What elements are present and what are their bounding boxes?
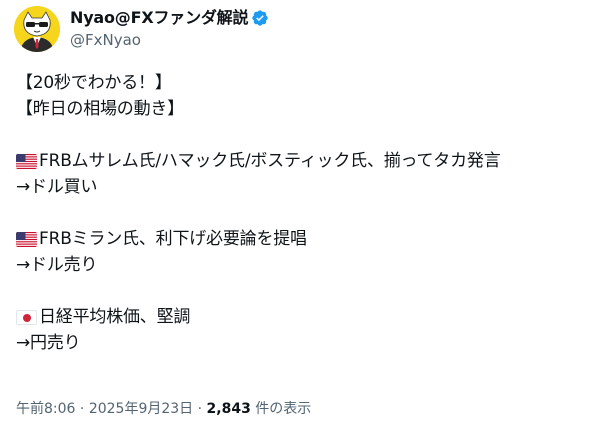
us-flag-icon bbox=[16, 231, 37, 247]
tweet-text: 【20秒でわかる！】 【昨日の相場の動き】 FRBムサレム氏/ハマック氏/ボスティッ… bbox=[16, 70, 581, 356]
meta-separator: · bbox=[75, 401, 89, 417]
tweet-meta: 午前8:06 · 2025年9月23日 · 2,843 件の表示 bbox=[16, 398, 311, 418]
author-names: Nyao@FXファンダ解説 @FxNyao bbox=[70, 8, 269, 50]
tweet-line: →ドル売り bbox=[16, 252, 581, 278]
tweet-line: 【20秒でわかる！】 bbox=[16, 70, 581, 96]
tweet-date[interactable]: 2025年9月23日 bbox=[89, 401, 193, 417]
tweet-line: →ドル買い bbox=[16, 174, 581, 200]
tweet-line-text: →円売り bbox=[16, 333, 81, 353]
author-handle[interactable]: @FxNyao bbox=[70, 30, 269, 50]
tweet-line: 【昨日の相場の動き】 bbox=[16, 96, 581, 122]
tweet-line-text: →ドル買い bbox=[16, 177, 98, 197]
tweet-card: Nyao@FXファンダ解説 @FxNyao 【20秒でわかる！】 【昨日の相場の動… bbox=[0, 0, 590, 430]
jp-flag-icon bbox=[16, 309, 37, 325]
name-row: Nyao@FXファンダ解説 bbox=[70, 8, 269, 28]
verified-badge-icon[interactable] bbox=[251, 9, 269, 27]
tweet-line: FRBムサレム氏/ハマック氏/ボスティック氏、揃ってタカ発言 bbox=[16, 148, 581, 174]
tweet-line-text: 【昨日の相場の動き】 bbox=[16, 99, 184, 119]
us-flag-icon bbox=[16, 153, 37, 169]
tweet-line-text: FRBムサレム氏/ハマック氏/ボスティック氏、揃ってタカ発言 bbox=[39, 151, 501, 171]
tweet-line: FRBミラン氏、利下げ必要論を提唱 bbox=[16, 226, 581, 252]
tweet-line: →円売り bbox=[16, 330, 581, 356]
tweet-time[interactable]: 午前8:06 bbox=[16, 401, 75, 417]
meta-separator: · bbox=[193, 401, 207, 417]
tweet-header: Nyao@FXファンダ解説 @FxNyao bbox=[14, 6, 269, 52]
avatar[interactable] bbox=[14, 6, 60, 52]
tweet-line: 日経平均株価、堅調 bbox=[16, 304, 581, 330]
views-label: 件の表示 bbox=[250, 401, 312, 417]
views-count[interactable]: 2,843 bbox=[207, 401, 251, 417]
tweet-line-text: 【20秒でわかる！】 bbox=[16, 73, 172, 93]
tweet-line-text: FRBミラン氏、利下げ必要論を提唱 bbox=[39, 229, 307, 249]
tweet-line-text: 日経平均株価、堅調 bbox=[39, 307, 191, 327]
display-name[interactable]: Nyao@FXファンダ解説 bbox=[70, 8, 248, 28]
cat-avatar-icon bbox=[14, 6, 60, 52]
tweet-line-text: →ドル売り bbox=[16, 255, 98, 275]
